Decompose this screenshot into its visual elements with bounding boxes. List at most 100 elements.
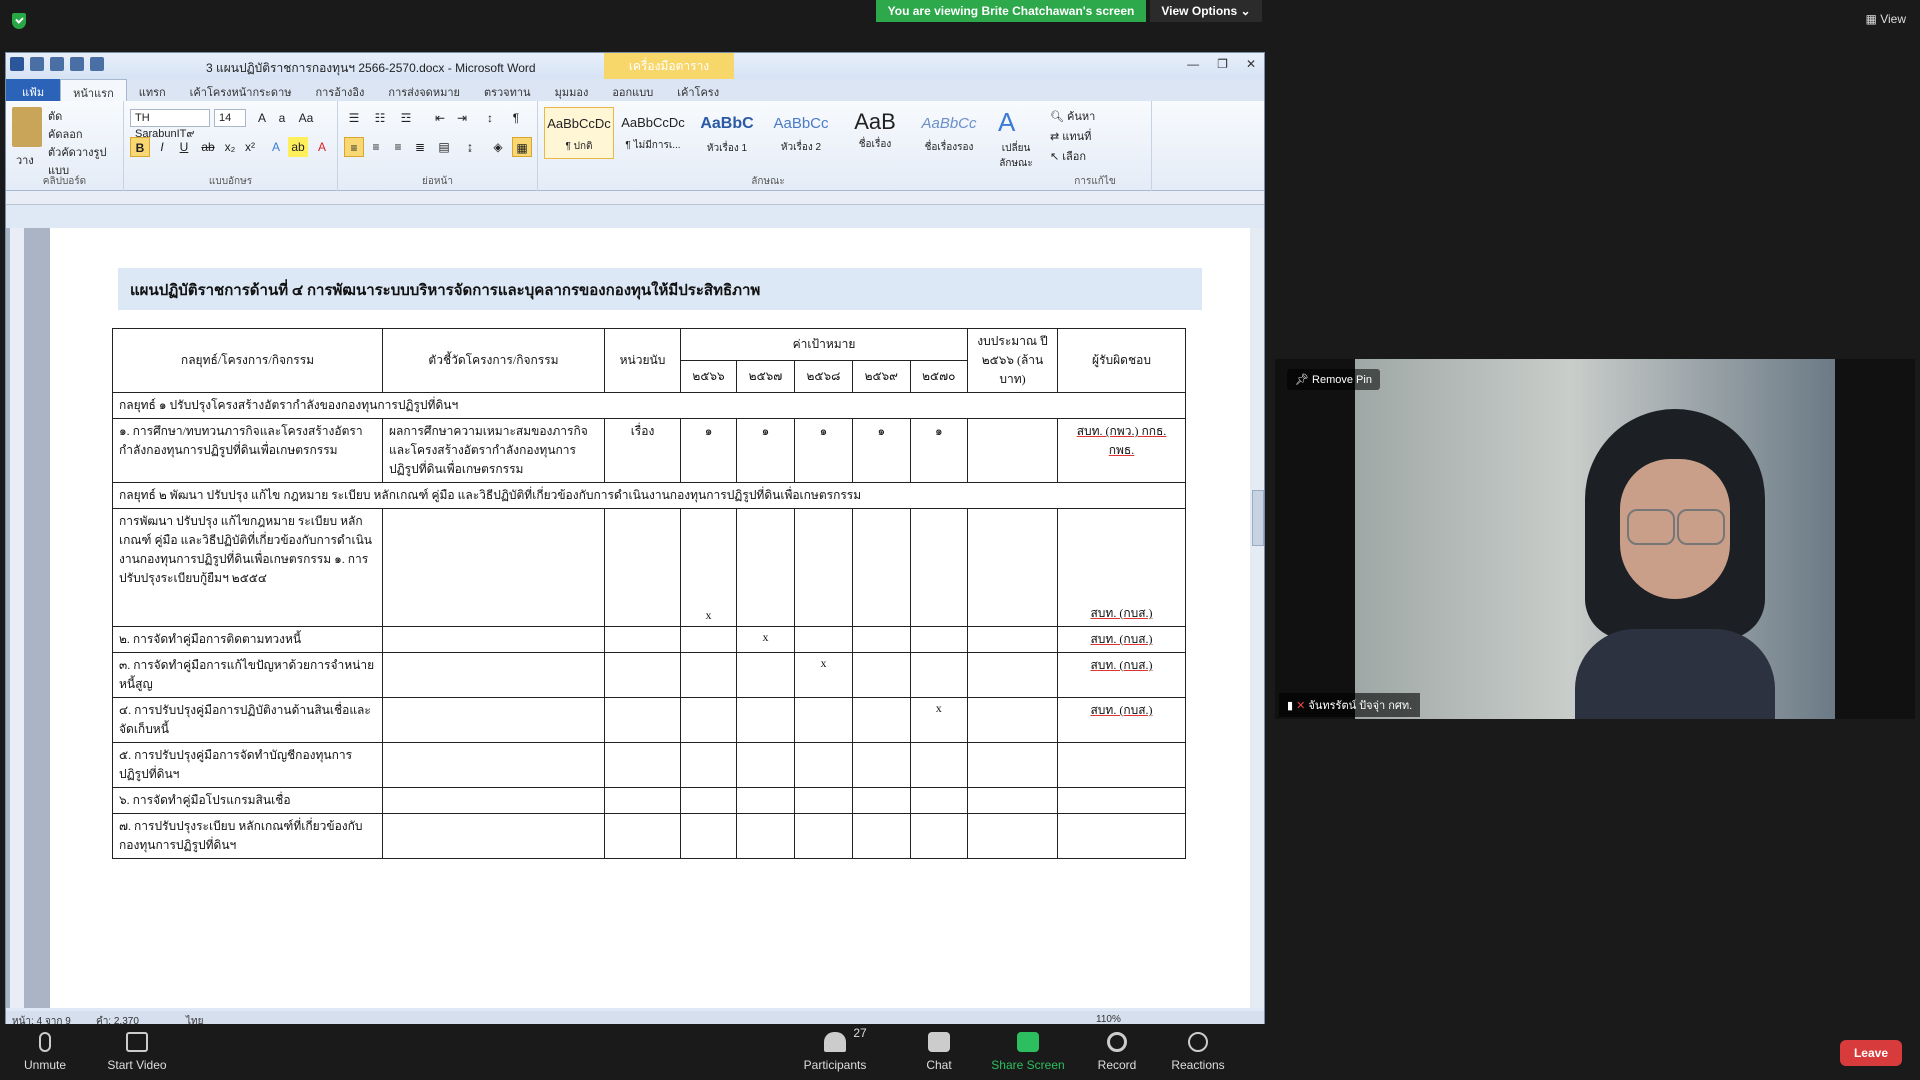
redo-icon[interactable] (70, 57, 84, 71)
header-year: ๒๕๖๘ (793, 360, 854, 393)
increase-indent-icon[interactable]: ⇥ (452, 108, 472, 128)
line-spacing-icon[interactable]: ↨ (460, 137, 480, 157)
grow-font-icon[interactable]: A (252, 108, 272, 128)
budget-cell (967, 787, 1058, 814)
text-effects-icon[interactable]: A (266, 137, 286, 157)
multilevel-list-icon[interactable]: ☲ (396, 108, 416, 128)
document-page[interactable]: แผนปฏิบัติราชการด้านที่ ๔ การพัฒนาระบบบร… (50, 228, 1250, 1008)
numbering-icon[interactable]: ☷ (370, 108, 390, 128)
tab-design[interactable]: ออกแบบ (600, 79, 665, 101)
view-options-button[interactable]: View Options ⌄ (1150, 0, 1262, 22)
vertical-ruler[interactable] (10, 228, 24, 1008)
tab-references[interactable]: การอ้างอิง (304, 79, 377, 101)
style-normal[interactable]: AaBbCcDc ¶ ปกติ (544, 107, 614, 159)
undo-icon[interactable] (50, 57, 64, 71)
scroll-thumb[interactable] (1252, 490, 1264, 546)
vertical-scrollbar[interactable] (1250, 228, 1264, 1008)
start-video-button[interactable]: Start Video (92, 1032, 182, 1072)
budget-cell (967, 652, 1058, 698)
distributed-icon[interactable]: ▤ (434, 137, 454, 157)
mark-cell (679, 813, 738, 859)
activity-cell: การพัฒนา ปรับปรุง แก้ไขกฎหมาย ระเบียบ หล… (112, 508, 383, 627)
window-controls: — ❐ ✕ (1187, 57, 1256, 71)
shading-icon[interactable]: ◈ (488, 137, 508, 157)
paste-icon[interactable] (12, 107, 42, 147)
reactions-button[interactable]: Reactions (1153, 1032, 1243, 1072)
participant-video[interactable]: 📌︎ Remove Pin ▮ ✕ จันทรรัตน์ ปัจจุ่า กศท… (1275, 359, 1915, 719)
chat-button[interactable]: Chat (894, 1032, 984, 1072)
italic-icon[interactable]: I (152, 137, 172, 157)
strategy-1: กลยุทธ์ ๑ ปรับปรุงโครงสร้างอัตรากำลังของ… (112, 392, 1186, 419)
style-name: ชื่อเรื่อง (858, 139, 892, 150)
style-name: หัวเรื่อง 2 (780, 142, 822, 153)
remove-pin-button[interactable]: 📌︎ Remove Pin (1287, 369, 1380, 390)
superscript-icon[interactable]: x² (240, 137, 260, 157)
cut-button[interactable]: ตัด (48, 107, 62, 125)
underline-icon[interactable]: U (174, 137, 194, 157)
subscript-icon[interactable]: x₂ (220, 137, 240, 157)
budget-cell (967, 418, 1058, 483)
font-size-select[interactable]: 14 (214, 109, 246, 127)
change-styles-button[interactable]: เปลี่ยน ลักษณะ (994, 141, 1038, 171)
style-sample: AaBbC (700, 115, 754, 132)
mark-cell (852, 813, 911, 859)
style-no-spacing[interactable]: AaBbCcDc ¶ ไม่มีการเ... (618, 107, 688, 159)
style-heading-1[interactable]: AaBbC หัวเรื่อง 1 (692, 107, 762, 159)
tab-home[interactable]: หน้าแรก (60, 79, 127, 101)
word-icon[interactable] (10, 57, 24, 71)
select-button[interactable]: ↖ เลือก (1050, 147, 1086, 165)
copy-button[interactable]: คัดลอก (48, 125, 83, 143)
replace-button[interactable]: ⇄ แทนที่ (1050, 127, 1091, 145)
leave-button[interactable]: Leave (1839, 1040, 1902, 1066)
justify-icon[interactable]: ≣ (410, 137, 430, 157)
tab-view[interactable]: มุมมอง (543, 79, 601, 101)
restore-icon[interactable]: ❐ (1217, 57, 1228, 71)
mark-cell (679, 787, 738, 814)
print-preview-icon[interactable] (90, 57, 104, 71)
tab-insert[interactable]: แทรก (127, 79, 178, 101)
show-marks-icon[interactable]: ¶ (506, 108, 526, 128)
plan-table[interactable]: กลยุทธ์/โครงการ/กิจกรรม ตัวชี้วัดโครงการ… (112, 328, 1186, 859)
tab-mailings[interactable]: การส่งจดหมาย (376, 79, 472, 101)
strikethrough-icon[interactable]: ab (198, 137, 218, 157)
align-left-icon[interactable]: ≡ (344, 137, 364, 157)
align-right-icon[interactable]: ≡ (388, 137, 408, 157)
participant-image (1575, 399, 1775, 719)
view-button[interactable]: ▦ View (1866, 12, 1906, 26)
participant-name: จันทรรัตน์ ปัจจุ่า กศท. (1308, 700, 1413, 712)
sort-icon[interactable]: ↕ (480, 108, 500, 128)
find-button[interactable]: 🔍︎ ค้นหา (1050, 107, 1095, 125)
bold-icon[interactable]: B (130, 137, 150, 157)
record-button[interactable]: Record (1072, 1032, 1162, 1072)
style-subtitle[interactable]: AaBbCc ชื่อเรื่องรอง (914, 107, 984, 159)
shield-icon[interactable] (12, 13, 26, 29)
unit-cell (604, 508, 681, 627)
close-icon[interactable]: ✕ (1246, 57, 1256, 71)
tab-review[interactable]: ตรวจทาน (472, 79, 543, 101)
unmute-button[interactable]: Unmute (0, 1032, 90, 1072)
indicator-cell (382, 787, 605, 814)
horizontal-ruler[interactable] (6, 191, 1264, 205)
change-styles-icon[interactable]: A (998, 107, 1015, 138)
borders-icon[interactable]: ▦ (512, 137, 532, 157)
tab-file[interactable]: แฟ้ม (6, 79, 61, 101)
paste-button[interactable]: วาง (16, 151, 34, 169)
font-name-select[interactable]: TH SarabunIT๙ (130, 109, 210, 140)
mark-cell (793, 508, 854, 627)
shrink-font-icon[interactable]: a (272, 108, 292, 128)
tab-page-layout[interactable]: เค้าโครงหน้ากระดาษ (178, 79, 304, 101)
align-center-icon[interactable]: ≡ (366, 137, 386, 157)
bullets-icon[interactable]: ☰ (344, 108, 364, 128)
tab-layout[interactable]: เค้าโครง (665, 79, 731, 101)
change-case-icon[interactable]: Aa (296, 108, 316, 128)
minimize-icon[interactable]: — (1187, 57, 1199, 71)
share-screen-button[interactable]: Share Screen (983, 1032, 1073, 1072)
decrease-indent-icon[interactable]: ⇤ (430, 108, 450, 128)
highlight-icon[interactable]: ab (288, 137, 308, 157)
style-heading-2[interactable]: AaBbCc หัวเรื่อง 2 (766, 107, 836, 159)
font-color-icon[interactable]: A (312, 137, 332, 157)
style-title[interactable]: AaB ชื่อเรื่อง (840, 107, 910, 159)
unit-cell (604, 787, 681, 814)
replace-label: แทนที่ (1062, 131, 1092, 143)
save-icon[interactable] (30, 57, 44, 71)
